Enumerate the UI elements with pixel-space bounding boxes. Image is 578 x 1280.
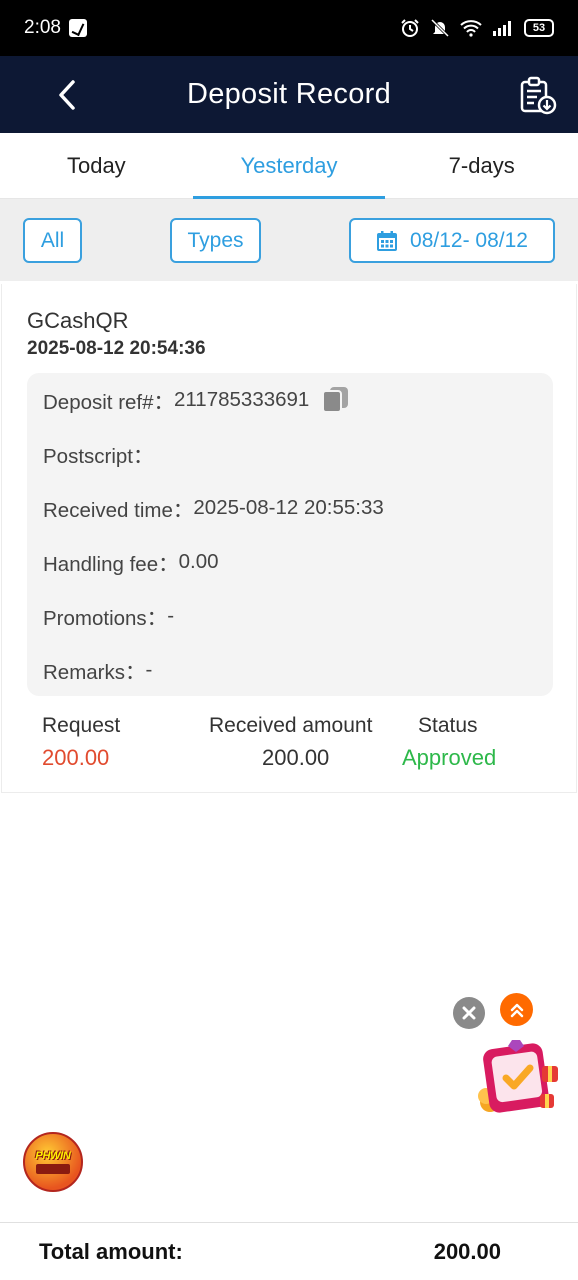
deposit-ref-row: Deposit ref#： 211785333691 bbox=[43, 385, 349, 415]
total-footer: Total amount: 200.00 bbox=[0, 1222, 578, 1280]
calendar-icon bbox=[377, 230, 398, 251]
double-chevron-up-icon bbox=[510, 1003, 523, 1017]
close-icon bbox=[462, 1006, 476, 1020]
record-datetime: 2025-08-12 20:54:36 bbox=[27, 338, 206, 359]
mute-icon bbox=[430, 18, 450, 38]
status-time: 2:08 bbox=[24, 17, 61, 38]
date-tabs: Today Yesterday 7-days bbox=[0, 133, 578, 199]
promo-checkin-widget[interactable] bbox=[472, 1036, 562, 1118]
filter-all-button[interactable]: All bbox=[23, 218, 82, 263]
back-button[interactable] bbox=[50, 78, 84, 112]
notification-app-icon bbox=[68, 19, 87, 37]
filter-types-button[interactable]: Types bbox=[170, 218, 261, 263]
postscript-row: Postscript： bbox=[43, 439, 154, 469]
tab-today[interactable]: Today bbox=[0, 133, 193, 198]
deposit-record-card: GCashQR 2025-08-12 20:54:36 Deposit ref#… bbox=[1, 284, 577, 793]
deposit-ref-label: Deposit ref#： bbox=[43, 391, 175, 414]
record-details: Deposit ref#： 211785333691 Postscript： R… bbox=[27, 373, 553, 696]
promotions-label: Promotions： bbox=[43, 607, 168, 630]
app-header: Deposit Record bbox=[0, 56, 578, 133]
gift-checklist-icon bbox=[478, 1040, 558, 1113]
remarks-value: - bbox=[145, 658, 153, 681]
received-amount-value: 200.00 bbox=[262, 745, 330, 770]
promotions-value: - bbox=[167, 604, 175, 627]
clipboard-download-icon bbox=[520, 76, 557, 115]
logo-text: PHWIN bbox=[35, 1150, 71, 1162]
status-badge: Approved bbox=[402, 745, 497, 770]
tab-yesterday[interactable]: Yesterday bbox=[192, 133, 386, 199]
promotions-row: Promotions： - bbox=[43, 601, 174, 631]
wifi-icon bbox=[460, 20, 482, 37]
battery-icon: 53 bbox=[524, 19, 554, 37]
payment-method: GCashQR bbox=[27, 308, 129, 333]
handling-fee-value: 0.00 bbox=[178, 550, 219, 573]
received-amount-label: Received amount bbox=[209, 714, 373, 737]
total-amount-label: Total amount: bbox=[39, 1238, 183, 1264]
total-amount-value: 200.00 bbox=[433, 1238, 501, 1264]
scroll-top-button[interactable] bbox=[500, 993, 533, 1026]
remarks-row: Remarks： - bbox=[43, 655, 152, 685]
copy-icon[interactable] bbox=[321, 386, 349, 414]
date-range-button[interactable]: 08/12- 08/12 bbox=[349, 218, 555, 263]
received-time-row: Received time： 2025-08-12 20:55:33 bbox=[43, 493, 384, 523]
deposit-ref-value: 211785333691 bbox=[174, 388, 310, 411]
handling-fee-label: Handling fee： bbox=[43, 553, 179, 576]
postscript-label: Postscript： bbox=[43, 445, 154, 468]
tab-7-days[interactable]: 7-days bbox=[385, 133, 578, 198]
logo-ribbon bbox=[36, 1164, 70, 1174]
alarm-icon bbox=[401, 19, 419, 37]
remarks-label: Remarks： bbox=[43, 661, 146, 684]
close-floating-button[interactable] bbox=[453, 997, 485, 1029]
status-bar: 2:08 53 bbox=[0, 0, 578, 56]
page-title: Deposit Record bbox=[186, 78, 392, 110]
phwin-logo-button[interactable]: PHWIN bbox=[23, 1132, 83, 1192]
request-label: Request bbox=[42, 714, 121, 737]
filter-bar: All Types 08/12- 08/12 bbox=[0, 199, 578, 281]
date-range-label: 08/12- 08/12 bbox=[410, 228, 528, 252]
handling-fee-row: Handling fee： 0.00 bbox=[43, 547, 219, 577]
signal-icon bbox=[493, 21, 511, 36]
received-time-label: Received time： bbox=[43, 499, 194, 522]
received-time-value: 2025-08-12 20:55:33 bbox=[193, 496, 384, 519]
export-record-button[interactable] bbox=[518, 76, 558, 116]
request-amount: 200.00 bbox=[42, 745, 110, 770]
status-label: Status bbox=[418, 714, 478, 737]
chevron-left-icon bbox=[59, 80, 75, 110]
